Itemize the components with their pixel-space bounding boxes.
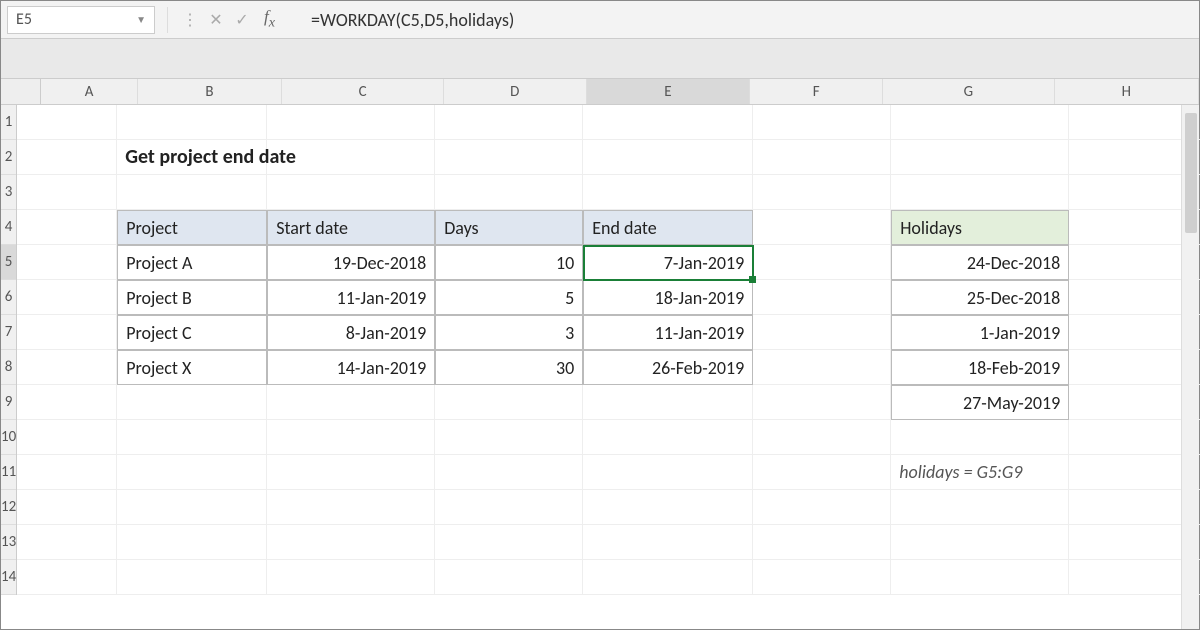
table-cell[interactable]: 30 [435,350,583,385]
table-cell[interactable]: 26-Feb-2019 [583,350,753,385]
excel-window: E5 ▼ ⋮ ✕ ✓ fx =WORKDAY(C5,D5,holidays) A… [0,0,1200,630]
row-header[interactable]: 14 [1,560,16,595]
row-header[interactable]: 7 [1,315,16,350]
vertical-scrollbar[interactable] [1181,105,1199,629]
table-header-project[interactable]: Project [117,210,267,245]
holiday-cell[interactable]: 1-Jan-2019 [891,315,1069,350]
ribbon-gap [1,39,1199,79]
chevron-down-icon[interactable]: ▼ [136,13,146,26]
active-cell-E5[interactable]: 7-Jan-2019 [583,245,753,280]
table-cell[interactable]: 14-Jan-2019 [267,350,435,385]
table-cell[interactable]: Project X [117,350,267,385]
row-header[interactable]: 10 [1,420,16,455]
holiday-cell[interactable]: 18-Feb-2019 [891,350,1069,385]
named-range-note: holidays = G5:G9 [891,455,1069,490]
col-header-A[interactable]: A [41,79,137,104]
holiday-cell[interactable]: 25-Dec-2018 [891,280,1069,315]
col-header-C[interactable]: C [282,79,444,104]
col-header-E[interactable]: E [587,79,751,104]
column-headers: A B C D E F G H [1,79,1199,105]
worksheet: A B C D E F G H 1 2 3 4 5 6 7 8 9 10 11 … [1,79,1199,595]
row-header[interactable]: 6 [1,280,16,315]
enter-icon[interactable]: ✓ [232,10,252,30]
table-cell[interactable]: Project B [117,280,267,315]
select-all-corner[interactable] [1,79,41,104]
col-header-B[interactable]: B [138,79,282,104]
table-header-days[interactable]: Days [435,210,583,245]
row-headers: 1 2 3 4 5 6 7 8 9 10 11 12 13 14 [1,105,17,595]
row-header[interactable]: 8 [1,350,16,385]
row-header[interactable]: 13 [1,525,16,560]
scrollbar-thumb[interactable] [1185,113,1197,233]
row-header[interactable]: 12 [1,490,16,525]
cancel-icon[interactable]: ✕ [206,10,226,30]
row-header[interactable]: 9 [1,385,16,420]
col-header-D[interactable]: D [444,79,587,104]
table-cell[interactable]: 10 [435,245,583,280]
more-icon[interactable]: ⋮ [180,10,200,30]
col-header-G[interactable]: G [883,79,1054,104]
row-header[interactable]: 11 [1,455,16,490]
page-title: Get project end date [117,140,267,175]
holiday-cell[interactable]: 24-Dec-2018 [891,245,1069,280]
table-cell[interactable]: 18-Jan-2019 [583,280,753,315]
table-header-holidays[interactable]: Holidays [891,210,1069,245]
row-header[interactable]: 2 [1,140,16,175]
name-box[interactable]: E5 ▼ [7,6,155,34]
table-cell[interactable]: Project A [117,245,267,280]
holiday-cell[interactable]: 27-May-2019 [891,385,1069,420]
formula-input[interactable]: =WORKDAY(C5,D5,holidays) [311,9,514,31]
name-box-value: E5 [16,10,32,29]
col-header-H[interactable]: H [1055,79,1199,104]
table-cell[interactable]: 11-Jan-2019 [267,280,435,315]
table-cell[interactable]: Project C [117,315,267,350]
table-cell[interactable]: 3 [435,315,583,350]
formula-bar: E5 ▼ ⋮ ✕ ✓ fx =WORKDAY(C5,D5,holidays) [1,1,1199,39]
row-header[interactable]: 4 [1,210,16,245]
fx-icon[interactable]: fx [264,7,275,31]
separator [167,7,168,33]
row-header[interactable]: 1 [1,105,16,140]
row-header[interactable]: 5 [1,245,16,280]
table-header-start[interactable]: Start date [267,210,435,245]
row-header[interactable]: 3 [1,175,16,210]
table-cell[interactable]: 5 [435,280,583,315]
table-cell[interactable]: 19-Dec-2018 [267,245,435,280]
table-cell[interactable]: 11-Jan-2019 [583,315,753,350]
col-header-F[interactable]: F [750,79,883,104]
table-cell[interactable]: 8-Jan-2019 [267,315,435,350]
cell-area[interactable]: Get project end date Project Start date … [17,105,1200,595]
table-header-end[interactable]: End date [583,210,753,245]
